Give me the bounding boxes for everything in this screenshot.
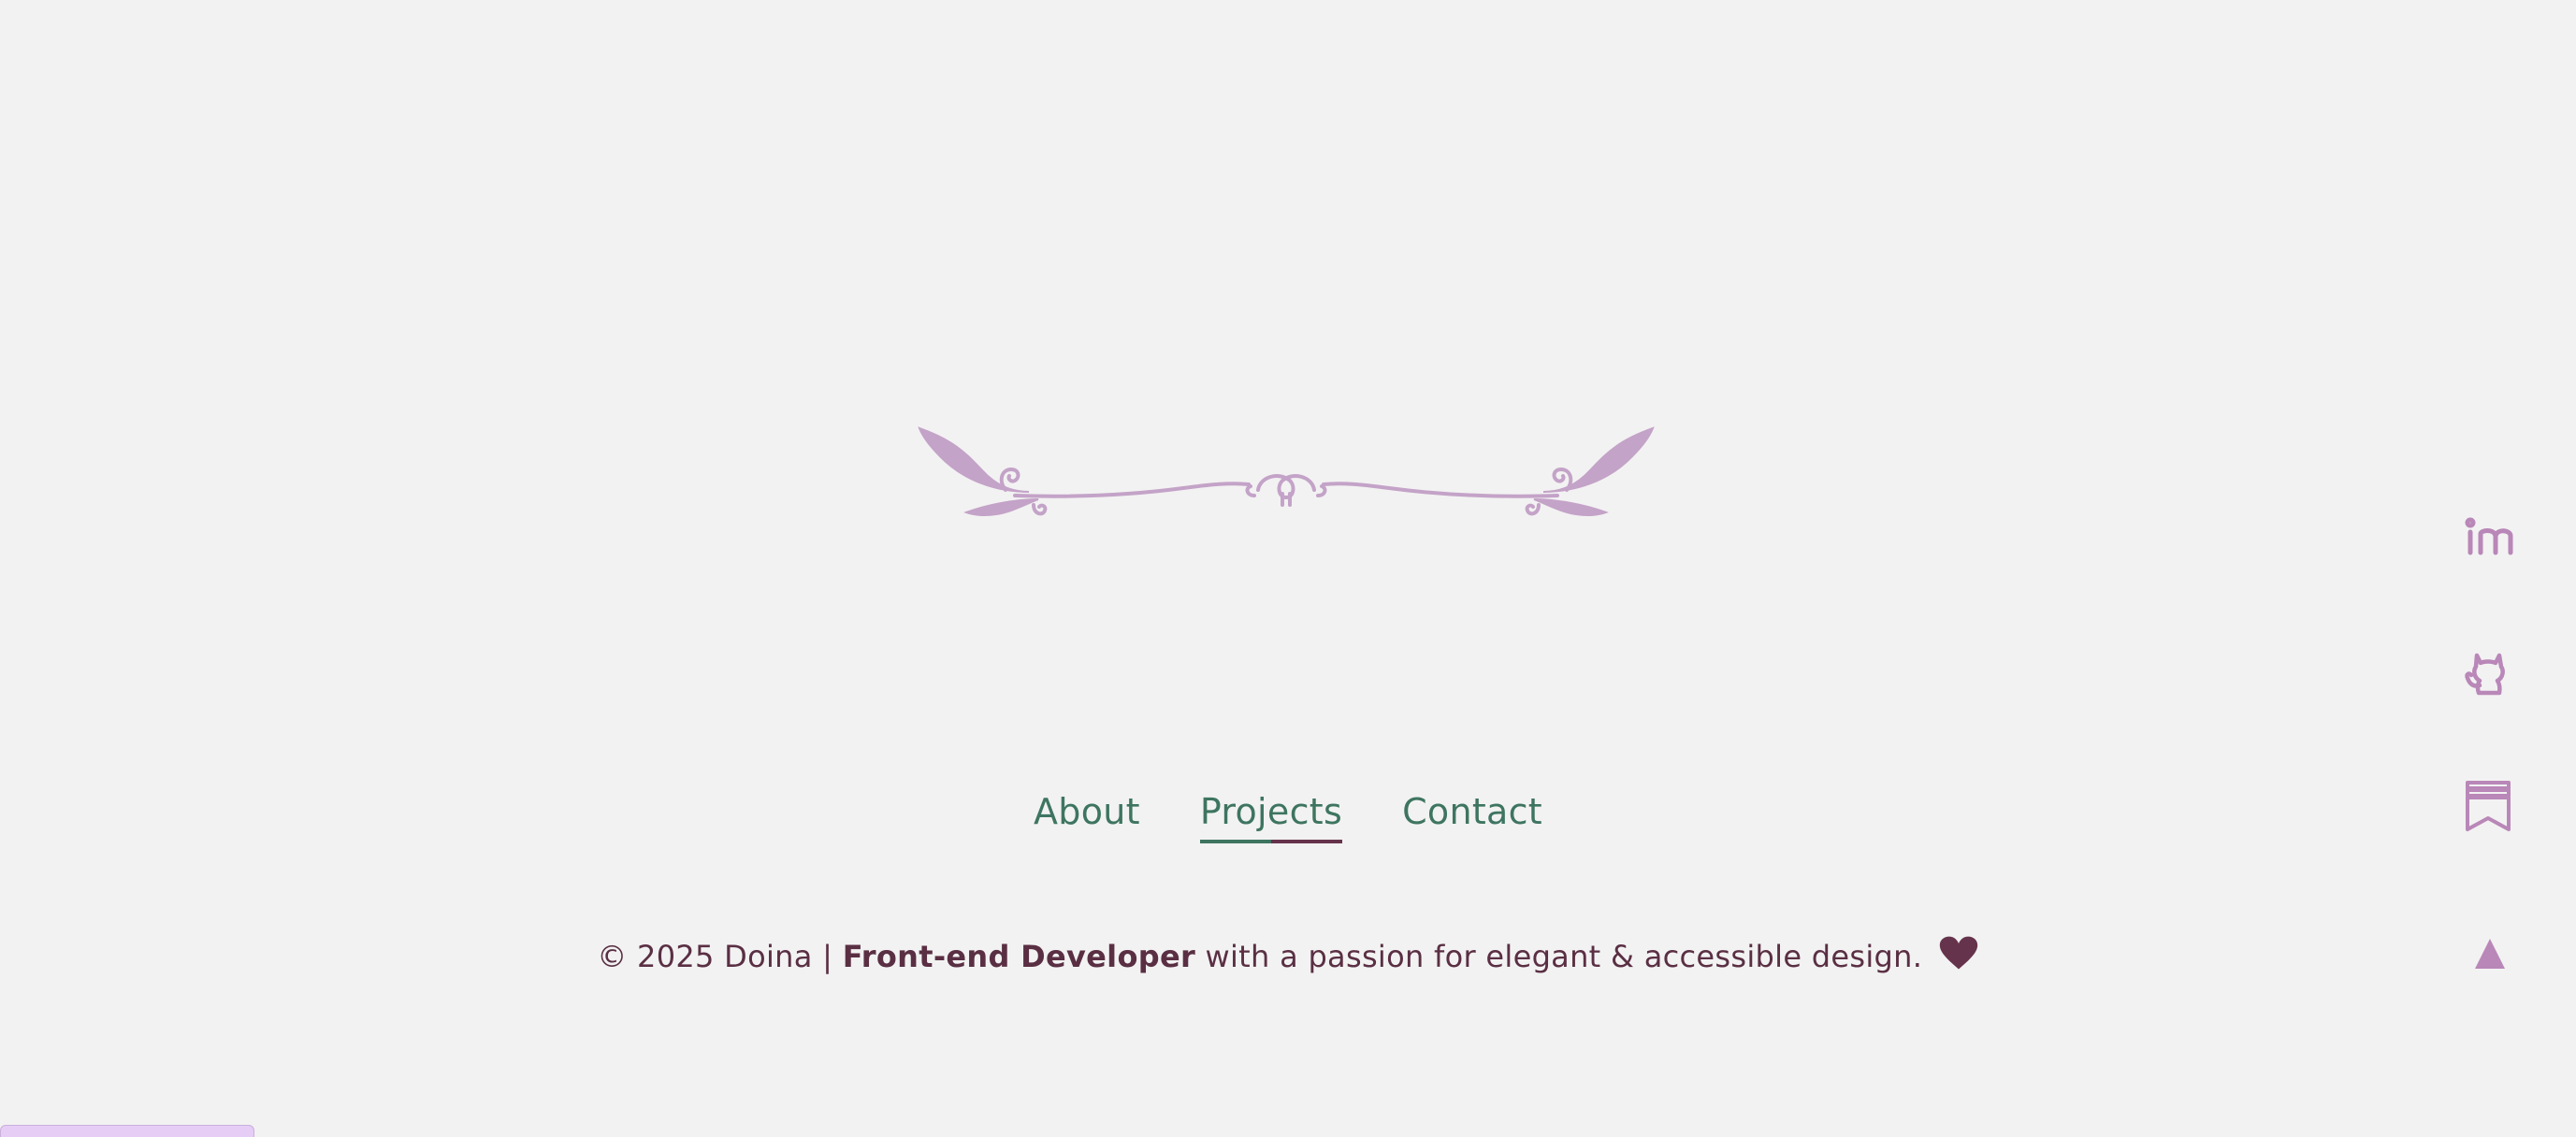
bookmark-link[interactable] <box>2460 779 2516 835</box>
social-links <box>2460 510 2520 914</box>
heart-icon <box>1939 936 1977 970</box>
nav-link-about[interactable]: About <box>1034 784 1140 842</box>
linkedin-link[interactable] <box>2460 510 2516 566</box>
bookmark-icon <box>2466 781 2511 831</box>
decorative-flourish <box>918 426 1655 517</box>
copyright-prefix: © 2025 Doina | <box>597 939 843 974</box>
role-title: Front-end Developer <box>842 939 1196 974</box>
arrow-up-icon[interactable] <box>2473 937 2507 971</box>
github-link[interactable] <box>2460 644 2516 700</box>
linkedin-icon <box>2465 517 2513 555</box>
page: About Projects Contact © 2025 Doina | Fr… <box>0 0 2576 1137</box>
notification-toast-edge <box>0 1125 254 1137</box>
footer-nav: About Projects Contact <box>0 784 2576 843</box>
nav-link-contact[interactable]: Contact <box>1402 784 1542 842</box>
copyright-line: © 2025 Doina | Front-end Developer with … <box>0 930 2576 983</box>
nav-link-projects[interactable]: Projects <box>1199 784 1343 843</box>
tagline: with a passion for elegant & accessible … <box>1195 939 1923 974</box>
github-icon <box>2465 653 2505 696</box>
